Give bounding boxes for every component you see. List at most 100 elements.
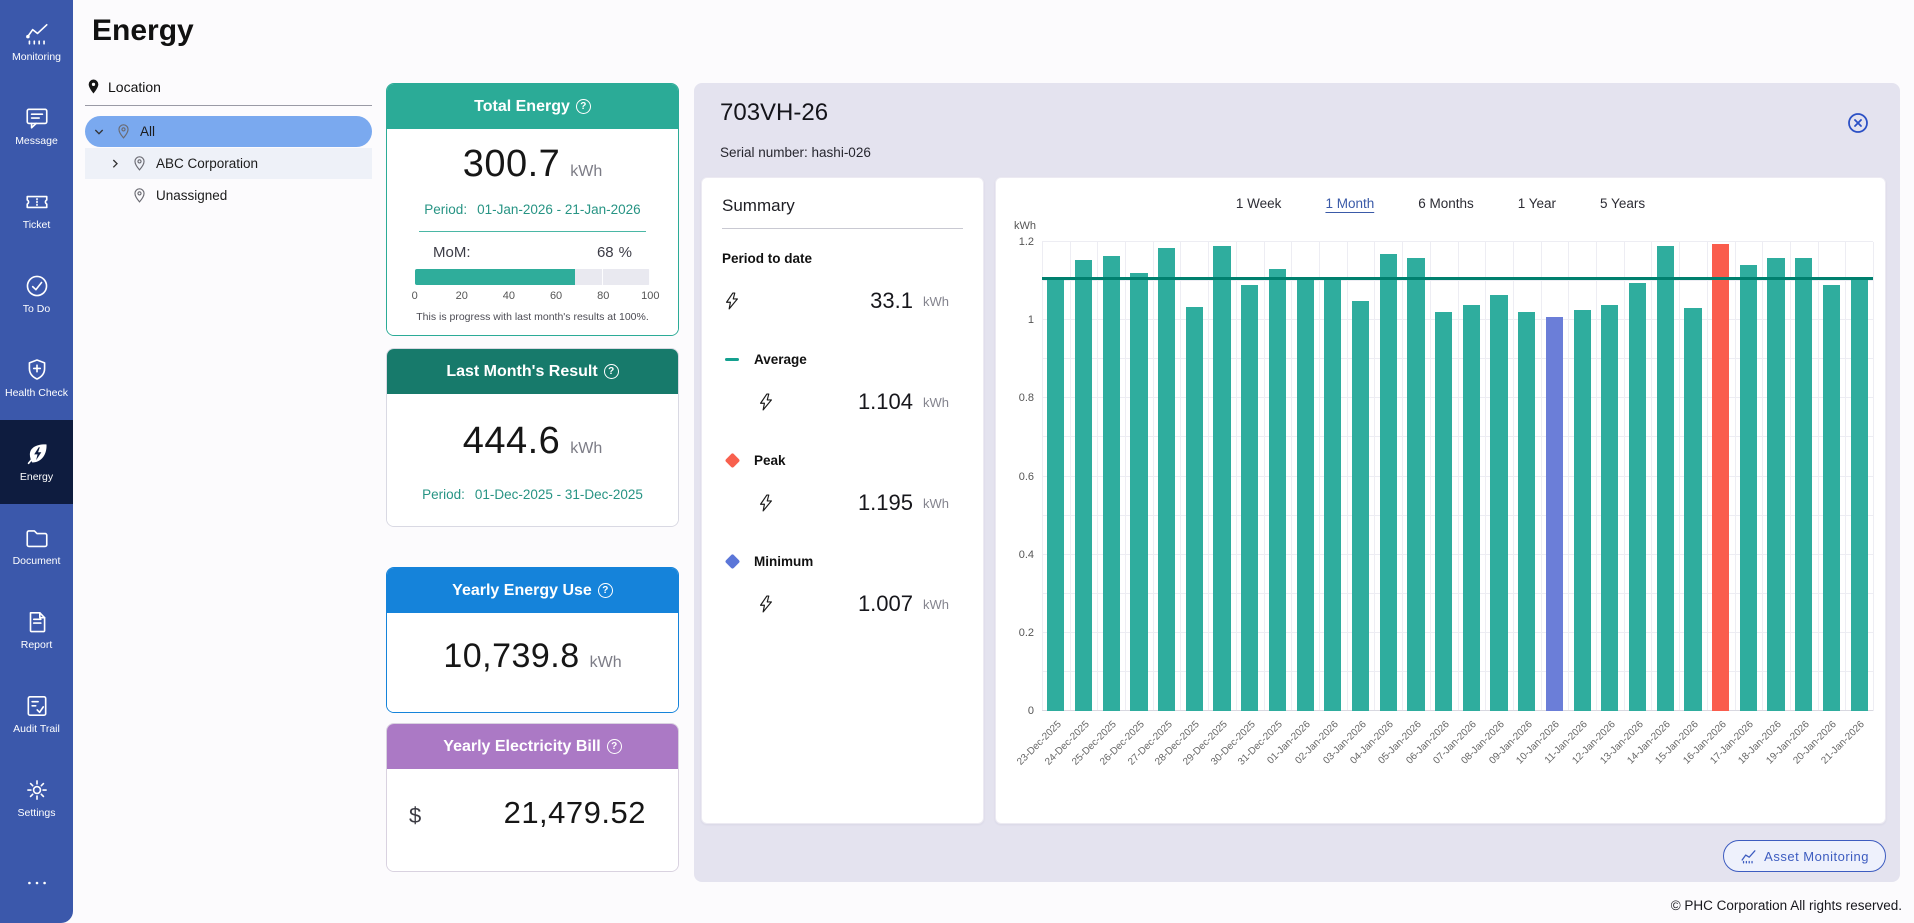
asset-monitoring-label: Asset Monitoring <box>1764 849 1869 864</box>
chart-card: 1 Week1 Month6 Months1 Year5 Years 00.20… <box>995 177 1886 824</box>
bar-19-Jan-2026[interactable] <box>1795 258 1812 711</box>
gridline <box>1624 242 1625 711</box>
gridline <box>1679 242 1680 711</box>
bar-30-Dec-2025[interactable] <box>1241 285 1258 711</box>
gridline <box>1735 242 1736 711</box>
sidebar-item-health-check[interactable]: Health Check <box>0 336 73 420</box>
help-icon[interactable]: ? <box>598 583 613 598</box>
sidebar-item-energy[interactable]: Energy <box>0 420 73 504</box>
tab-1-year[interactable]: 1 Year <box>1518 196 1556 211</box>
bar-15-Jan-2026[interactable] <box>1684 308 1701 711</box>
tab-1-month[interactable]: 1 Month <box>1325 196 1374 211</box>
document-icon <box>24 525 50 551</box>
tree-item-label: All <box>140 124 155 139</box>
bar-03-Jan-2026[interactable] <box>1352 301 1369 711</box>
mom-unit: % <box>619 244 632 261</box>
bar-23-Dec-2025[interactable] <box>1047 277 1064 711</box>
bar-24-Dec-2025[interactable] <box>1075 260 1092 711</box>
bar-20-Jan-2026[interactable] <box>1823 285 1840 711</box>
tree-item-unassigned[interactable]: Unassigned <box>85 180 372 211</box>
average-dash-marker <box>725 358 739 361</box>
sidebar-item-label: Health Check <box>5 388 68 399</box>
sidebar-item-settings[interactable]: Settings <box>0 756 73 840</box>
bar-04-Jan-2026[interactable] <box>1380 254 1397 711</box>
chevron-right-icon[interactable] <box>107 156 123 172</box>
bar-12-Jan-2026[interactable] <box>1601 305 1618 711</box>
help-icon[interactable]: ? <box>576 99 591 114</box>
kpi-cards: Total Energy ? 300.7 kWh Period: 01-Jan-… <box>386 83 679 872</box>
gridline <box>1485 242 1486 711</box>
bar-05-Jan-2026[interactable] <box>1407 258 1424 711</box>
gridline <box>1568 242 1569 711</box>
sidebar-item-message[interactable]: Message <box>0 84 73 168</box>
total-energy-card: Total Energy ? 300.7 kWh Period: 01-Jan-… <box>386 83 679 336</box>
gridline <box>1319 242 1320 711</box>
sidebar-item-monitoring[interactable]: Monitoring <box>0 0 73 84</box>
bar-02-Jan-2026[interactable] <box>1324 277 1341 711</box>
bar-17-Jan-2026[interactable] <box>1740 265 1757 711</box>
sidebar-item-label: Ticket <box>23 220 51 231</box>
gridline <box>1236 242 1237 711</box>
location-header: Location <box>85 78 372 106</box>
bar-13-Jan-2026[interactable] <box>1629 283 1646 711</box>
sidebar-item-audit-trail[interactable]: Audit Trail <box>0 672 73 756</box>
average-line <box>1042 277 1873 280</box>
bar-07-Jan-2026[interactable] <box>1463 305 1480 711</box>
mom-scale-tick: 60 <box>550 290 562 302</box>
mom-scale: 020406080100 <box>415 290 651 304</box>
bar-16-Jan-2026[interactable] <box>1712 244 1729 711</box>
tab-6-months[interactable]: 6 Months <box>1418 196 1474 211</box>
y-tick-label: 1 <box>1028 314 1034 326</box>
summary-stat-peak: Peak1.195kWh <box>722 453 963 516</box>
bar-27-Dec-2025[interactable] <box>1158 248 1175 711</box>
bar-08-Jan-2026[interactable] <box>1490 295 1507 711</box>
bar-18-Jan-2026[interactable] <box>1767 258 1784 711</box>
bar-25-Dec-2025[interactable] <box>1103 256 1120 711</box>
bar-06-Jan-2026[interactable] <box>1435 312 1452 711</box>
period-value: 01-Dec-2025 - 31-Dec-2025 <box>475 487 643 502</box>
tab-1-week[interactable]: 1 Week <box>1236 196 1282 211</box>
period-to-date-value: 33.1 <box>870 288 913 314</box>
help-icon[interactable]: ? <box>607 739 622 754</box>
help-icon[interactable]: ? <box>604 364 619 379</box>
tree-item-abc-corporation[interactable]: ABC Corporation <box>85 148 372 179</box>
tab-5-years[interactable]: 5 Years <box>1600 196 1645 211</box>
sidebar-item-report[interactable]: Report <box>0 588 73 672</box>
sidebar-item-document[interactable]: Document <box>0 504 73 588</box>
bolt-icon <box>722 291 742 311</box>
sidebar-item-todo[interactable]: To Do <box>0 252 73 336</box>
tree-item-all[interactable]: All <box>85 116 372 147</box>
bar-29-Dec-2025[interactable] <box>1213 246 1230 711</box>
bolt-icon <box>756 493 776 513</box>
tree-item-label: ABC Corporation <box>156 156 258 171</box>
stat-value-row: 1.195kWh <box>722 490 963 516</box>
sidebar-item-label: To Do <box>23 304 50 315</box>
chevron-down-icon[interactable] <box>91 124 107 140</box>
bar-26-Dec-2025[interactable] <box>1130 273 1147 711</box>
sidebar-item-ticket[interactable]: Ticket <box>0 168 73 252</box>
stat-label: Average <box>754 352 807 367</box>
gridline <box>1180 242 1181 711</box>
sidebar-more-button[interactable] <box>0 863 73 903</box>
bar-11-Jan-2026[interactable] <box>1574 310 1591 711</box>
yearly-energy-value: 10,739.8 <box>443 637 579 676</box>
device-serial: Serial number: hashi-026 <box>720 145 871 160</box>
bar-09-Jan-2026[interactable] <box>1518 312 1535 711</box>
period-to-date-unit: kWh <box>923 294 963 309</box>
bar-28-Dec-2025[interactable] <box>1186 307 1203 712</box>
bar-01-Jan-2026[interactable] <box>1297 277 1314 711</box>
bar-14-Jan-2026[interactable] <box>1657 246 1674 711</box>
location-label: Location <box>108 79 161 95</box>
report-icon <box>24 609 50 635</box>
mom-label: MoM: <box>433 244 471 261</box>
yearly-energy-card: Yearly Energy Use ? 10,739.8 kWh <box>386 567 679 713</box>
bar-31-Dec-2025[interactable] <box>1269 269 1286 711</box>
bar-21-Jan-2026[interactable] <box>1851 279 1868 711</box>
bar-10-Jan-2026[interactable] <box>1546 317 1563 711</box>
close-icon[interactable] <box>1846 111 1870 135</box>
asset-monitoring-button[interactable]: Asset Monitoring <box>1723 840 1886 872</box>
yearly-energy-title: Yearly Energy Use <box>452 582 592 600</box>
stat-unit: kWh <box>923 395 963 410</box>
mom-scale-tick: 80 <box>597 290 609 302</box>
summary-stat-average: Average1.104kWh <box>722 352 963 415</box>
